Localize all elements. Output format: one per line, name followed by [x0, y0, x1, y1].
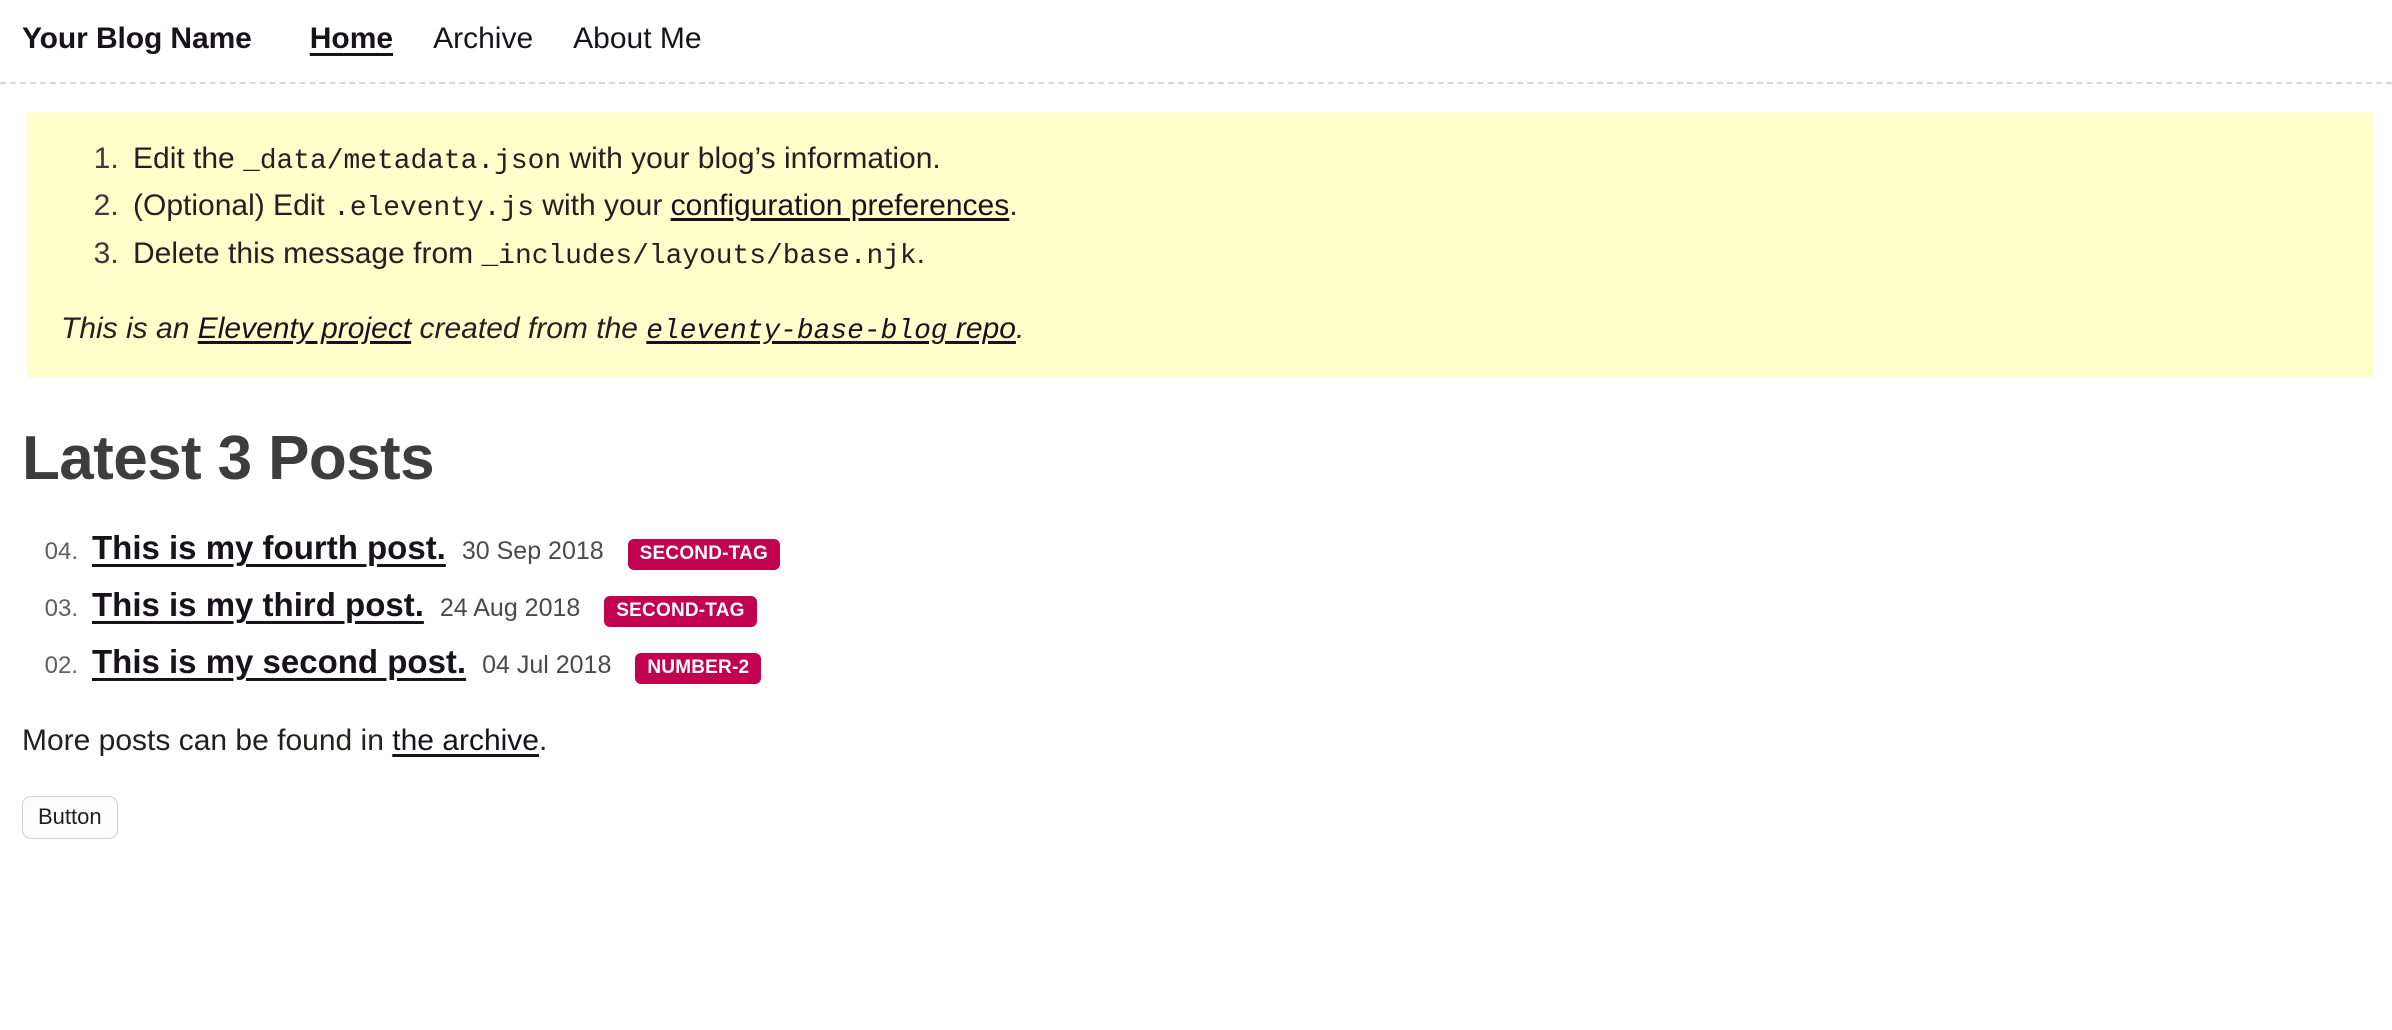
list-item: 03. This is my third post. 24 Aug 2018 s…	[22, 584, 2370, 628]
page-title: Latest 3 Posts	[22, 424, 435, 494]
nav-item-about-me[interactable]: About Me	[573, 22, 701, 56]
post-number: 04.	[44, 538, 78, 566]
step-1-suffix: with your blog’s information.	[561, 142, 941, 175]
project-credit-text: This is an Eleventy project created from…	[61, 308, 2340, 351]
credit-mid: created from the	[411, 312, 647, 346]
post-tag-list: number-2	[635, 653, 762, 685]
archive-hint-suffix: .	[538, 724, 548, 758]
step-2-prefix: (Optional) Edit	[133, 189, 334, 223]
eleventy-base-blog-repo-link[interactable]: eleventy-base-blog repo	[646, 312, 1016, 348]
post-date: 04 Jul 2018	[482, 651, 612, 680]
status-badge[interactable]: number-2	[635, 653, 762, 685]
step-1-prefix: Edit the	[133, 142, 244, 175]
configuration-preferences-link[interactable]: configuration preferences	[671, 189, 1010, 222]
primary-nav: Home Archive About Me	[310, 22, 702, 56]
step-1-code: _data/metadata.json	[243, 146, 562, 177]
repo-name-code: eleventy-base-blog	[646, 316, 948, 348]
eleventy-project-link[interactable]: Eleventy project	[198, 312, 411, 345]
repo-word: repo	[947, 312, 1016, 346]
setup-steps-list: Edit the _data/metadata.json with your b…	[61, 136, 2340, 278]
setup-step-2: (Optional) Edit .eleventy.js with your c…	[127, 183, 2340, 230]
post-tag-list: second-tag	[604, 596, 757, 628]
setup-step-1: Edit the _data/metadata.json with your b…	[127, 136, 2340, 183]
setup-step-3: Delete this message from _includes/layou…	[127, 231, 2340, 278]
post-tag-list: second-tag	[627, 539, 780, 571]
button-row: Button	[22, 758, 2370, 840]
post-date: 30 Sep 2018	[461, 537, 604, 566]
list-item: 04. This is my fourth post. 30 Sep 2018 …	[22, 527, 2370, 571]
post-number: 03.	[44, 595, 78, 623]
the-archive-link[interactable]: the archive	[392, 724, 539, 757]
status-badge[interactable]: second-tag	[627, 539, 780, 571]
step-3-code: _includes/layouts/base.njk	[481, 240, 917, 272]
step-2-mid: with your	[533, 189, 671, 223]
nav-item-archive[interactable]: Archive	[433, 22, 533, 56]
main-content: Latest 3 Posts 04. This is my fourth pos…	[0, 424, 2392, 840]
post-title-link[interactable]: This is my second post.	[92, 641, 466, 684]
post-number: 02.	[44, 652, 78, 680]
step-2-suffix: .	[1009, 189, 1018, 223]
post-date: 24 Aug 2018	[439, 594, 581, 623]
archive-hint-prefix: More posts can be found in	[22, 724, 393, 758]
sample-button[interactable]: Button	[22, 796, 118, 840]
step-2-code: .eleventy.js	[333, 193, 534, 225]
list-item: 02. This is my second post. 04 Jul 2018 …	[22, 641, 2370, 685]
post-list: 04. This is my fourth post. 30 Sep 2018 …	[22, 527, 2370, 685]
status-badge[interactable]: second-tag	[604, 596, 757, 628]
nav-item-home[interactable]: Home	[310, 22, 393, 56]
step-3-prefix: Delete this message from	[133, 236, 482, 270]
post-title-link[interactable]: This is my fourth post.	[92, 527, 446, 570]
credit-prefix: This is an	[61, 312, 198, 346]
credit-suffix: .	[1015, 312, 1025, 346]
page-root: Your Blog Name Home Archive About Me Edi…	[0, 0, 2392, 840]
setup-notice: Edit the _data/metadata.json with your b…	[27, 112, 2374, 378]
post-title-link[interactable]: This is my third post.	[92, 584, 424, 627]
site-title-link[interactable]: Your Blog Name	[22, 22, 252, 56]
step-3-suffix: .	[916, 236, 925, 270]
archive-hint-text: More posts can be found in the archive.	[22, 724, 2370, 758]
site-header: Your Blog Name Home Archive About Me	[0, 0, 2392, 84]
